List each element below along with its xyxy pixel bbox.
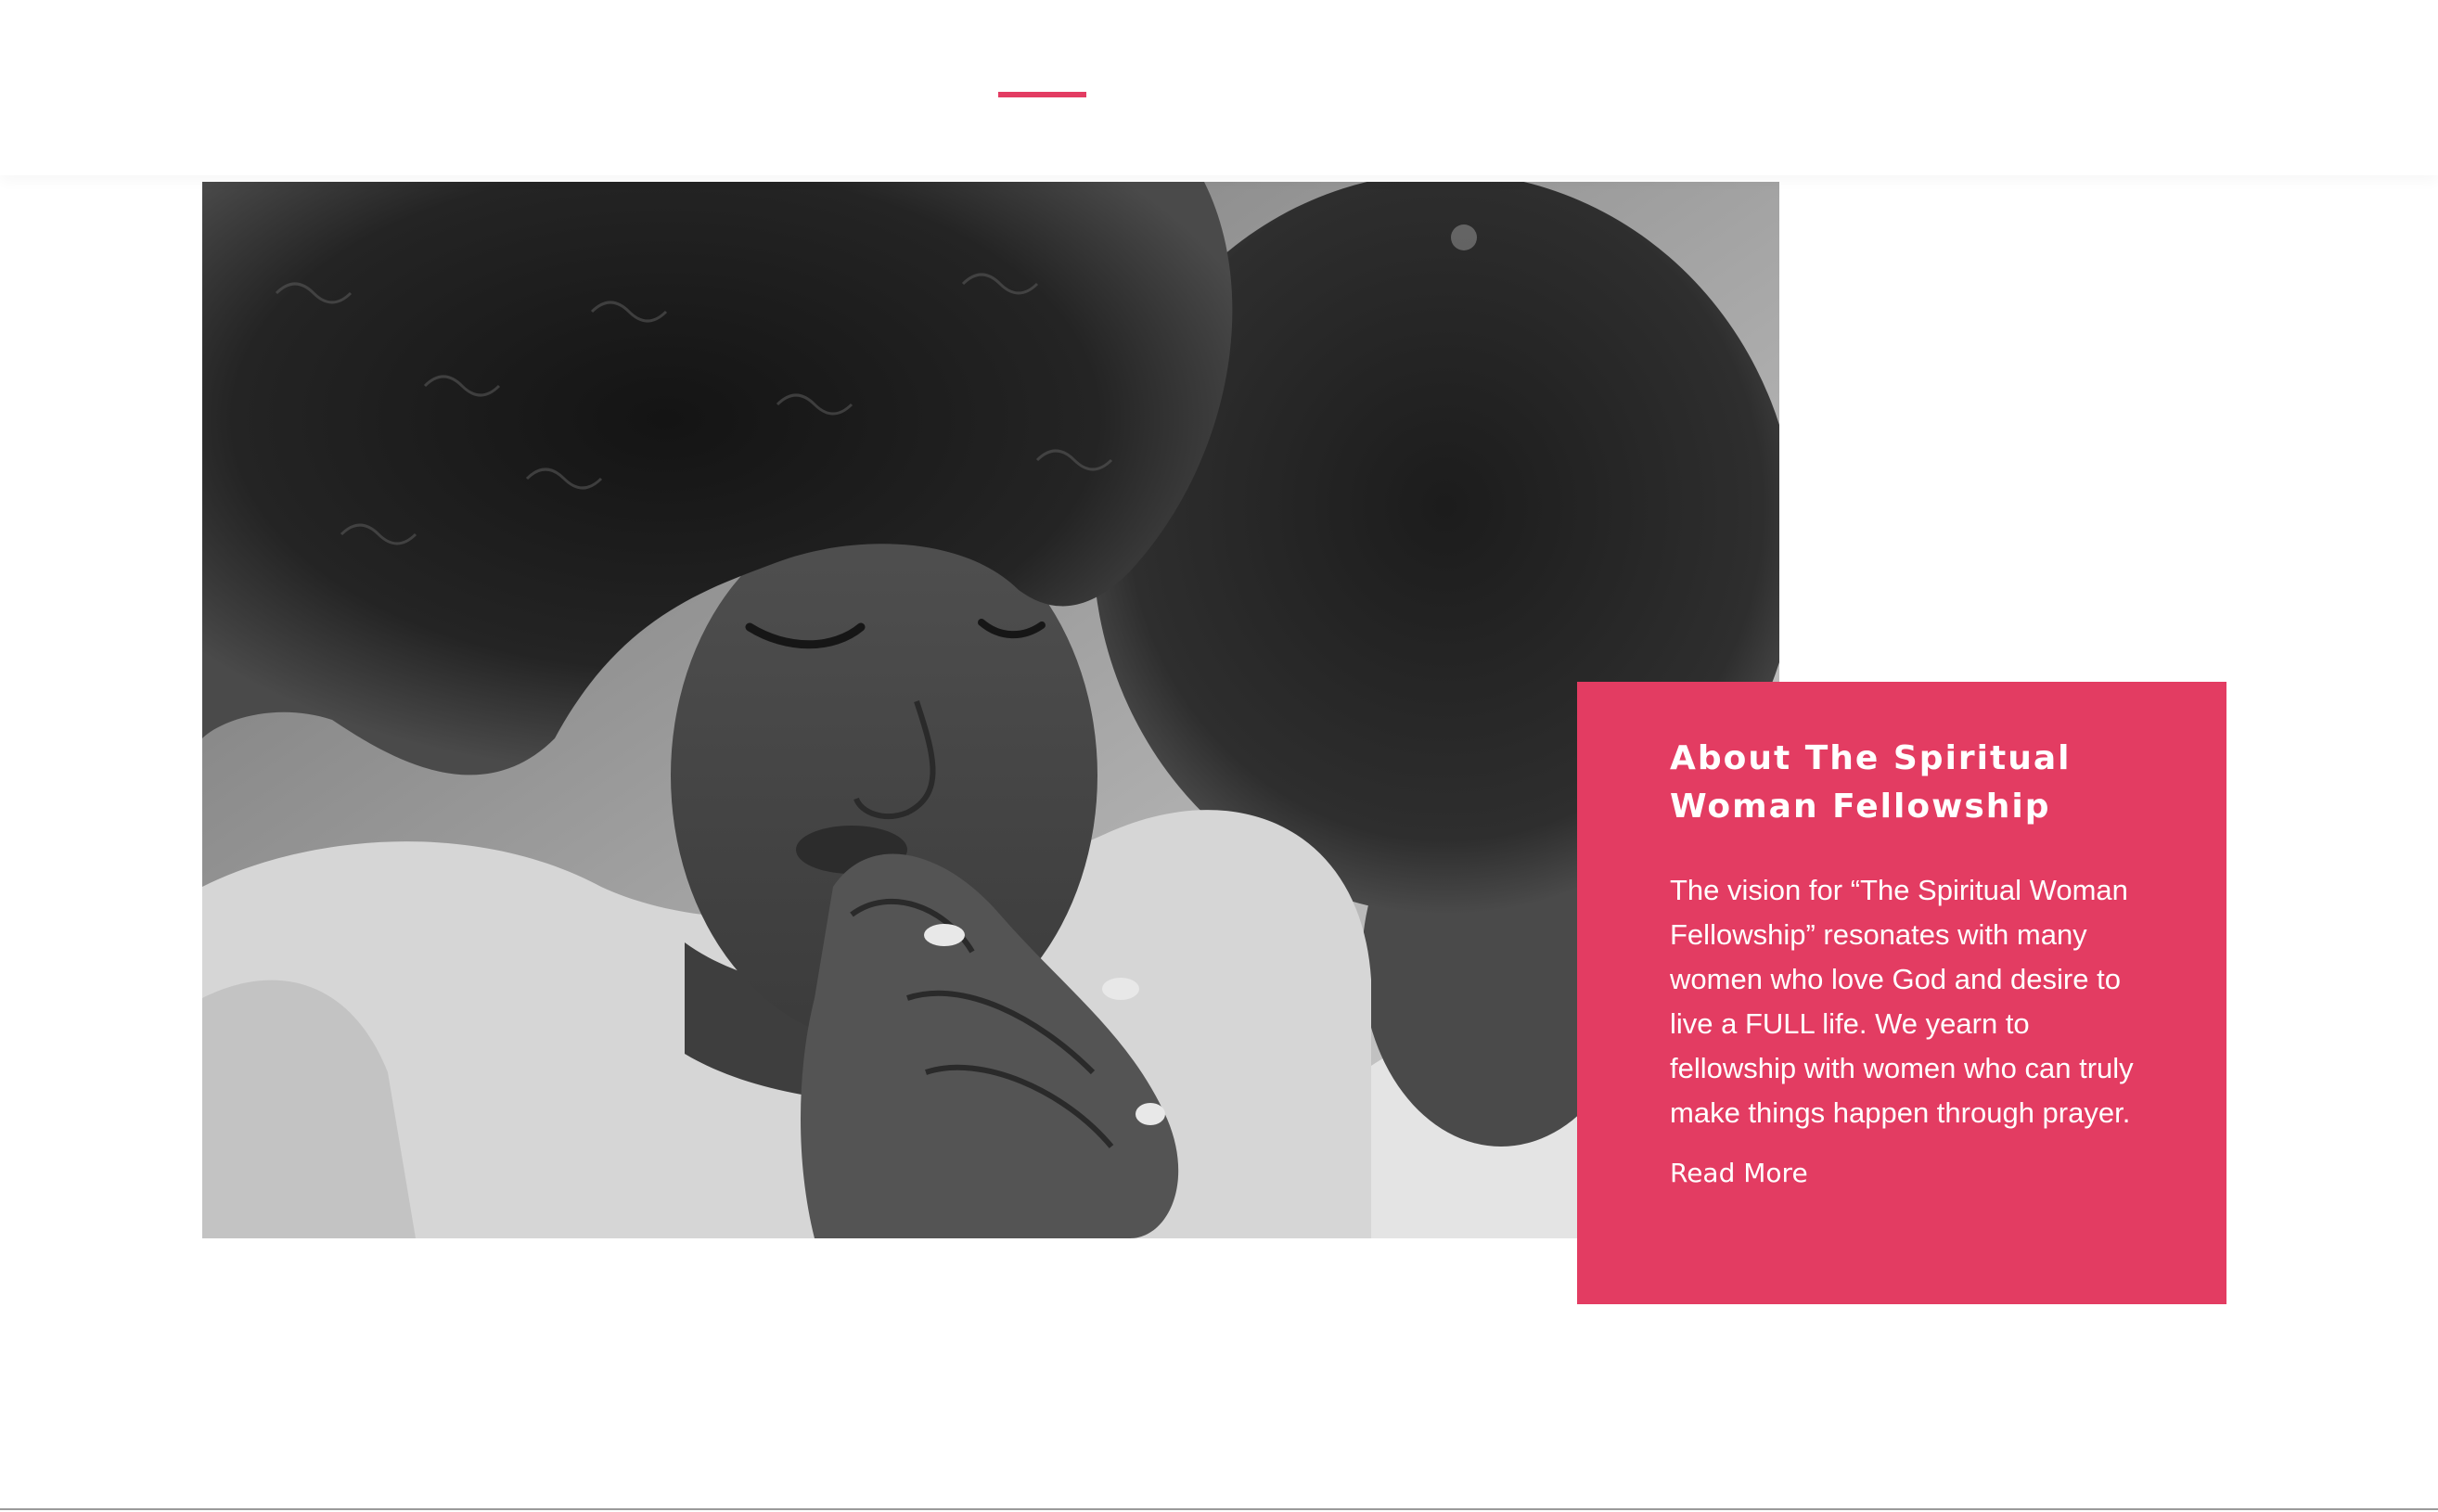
read-more-link[interactable]: Read More [1670, 1155, 1808, 1192]
page-header [0, 0, 2438, 175]
hero-photo [202, 182, 1779, 1238]
about-title: About The Spiritual Woman Fellowship [1670, 739, 2072, 826]
about-description: The vision for “The Spiritual Woman Fell… [1670, 874, 2134, 1129]
accent-bar [998, 92, 1086, 97]
photo-icon [202, 182, 1779, 1238]
bottom-divider [0, 1508, 2438, 1510]
about-card: About The Spiritual Woman Fellowship The… [1577, 682, 2226, 1304]
